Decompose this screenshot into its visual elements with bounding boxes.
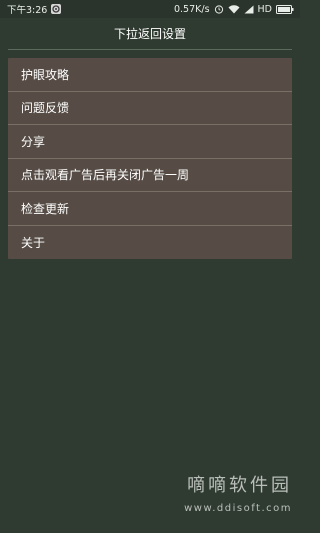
watermark: 嘀嘀软件园 www.ddisoft.com <box>184 476 292 516</box>
status-bar: 下午3:26 0.57K/s HD <box>0 0 300 18</box>
signal-icon <box>244 5 254 14</box>
menu-item-eye-care-guide[interactable]: 护眼攻略 <box>8 58 292 92</box>
menu-item-label: 点击观看广告后再关闭广告一周 <box>21 168 190 183</box>
menu-item-share[interactable]: 分享 <box>8 125 292 159</box>
page-title[interactable]: 下拉返回设置 <box>0 18 300 49</box>
battery-icon <box>276 4 294 14</box>
menu-item-feedback[interactable]: 问题反馈 <box>8 92 292 125</box>
watermark-url: www.ddisoft.com <box>184 503 292 514</box>
settings-menu: 护眼攻略 问题反馈 分享 点击观看广告后再关闭广告一周 检查更新 关于 <box>8 58 292 259</box>
status-left: 下午3:26 <box>7 2 62 16</box>
menu-item-label: 问题反馈 <box>21 101 70 116</box>
app-notification-icon <box>51 4 62 14</box>
alarm-icon <box>214 4 224 14</box>
status-right: 0.57K/s HD <box>174 4 294 15</box>
menu-item-check-update[interactable]: 检查更新 <box>8 192 292 226</box>
network-type: HD <box>257 3 272 15</box>
menu-item-watch-ad[interactable]: 点击观看广告后再关闭广告一周 <box>8 159 292 192</box>
wifi-icon <box>228 4 240 14</box>
menu-item-label: 分享 <box>21 134 46 149</box>
menu-item-label: 检查更新 <box>21 201 70 216</box>
menu-item-label: 关于 <box>21 235 46 250</box>
status-time: 下午3:26 <box>7 5 48 16</box>
menu-item-about[interactable]: 关于 <box>8 226 292 260</box>
page-title-text: 下拉返回设置 <box>113 27 186 41</box>
network-speed: 0.57K/s <box>173 3 210 15</box>
watermark-title: 嘀嘀软件园 <box>187 475 292 496</box>
title-divider <box>8 49 292 50</box>
menu-item-label: 护眼攻略 <box>21 67 70 82</box>
